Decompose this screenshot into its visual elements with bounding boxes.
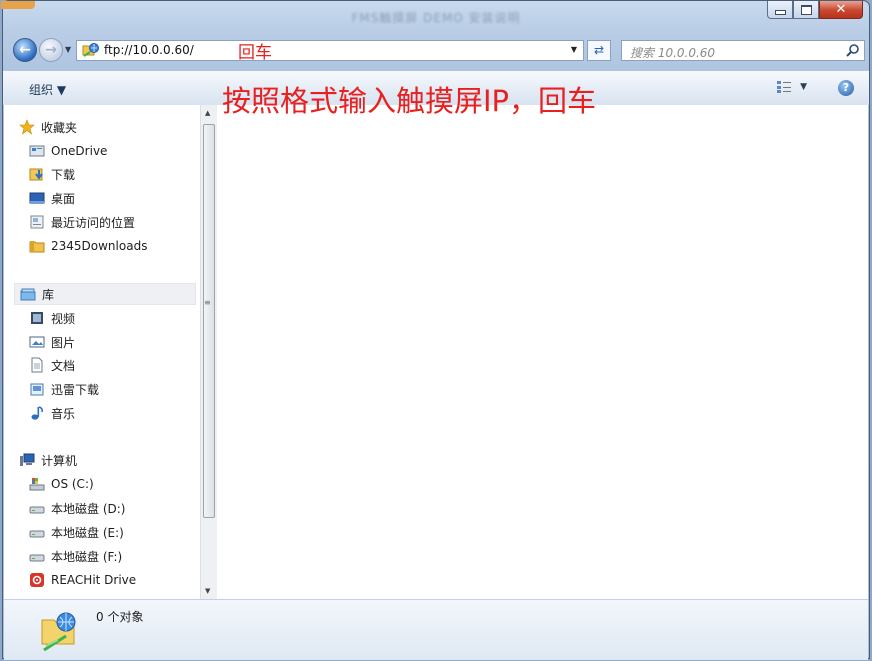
nav-item-drive-d[interactable]: 本地磁盘 (D:)	[29, 497, 125, 519]
window-title: FMS触摸屏 DEMO 安装说明	[351, 11, 521, 25]
nav-item-desktop[interactable]: 桌面	[29, 187, 75, 209]
ftp-location-icon	[82, 43, 99, 57]
nav-item-label: OS (C:)	[51, 477, 94, 491]
reachit-drive-icon	[30, 573, 44, 587]
nav-libraries[interactable]: 库	[14, 283, 196, 305]
nav-item-drive-c[interactable]: OS (C:)	[29, 473, 94, 495]
drive-icon	[29, 506, 45, 514]
nav-item-label: 图片	[51, 335, 76, 350]
search-box[interactable]: 搜索 10.0.0.60	[621, 40, 865, 61]
nav-item-downloads[interactable]: 下载	[29, 163, 75, 185]
address-row: ← → ▼ ftp://10.0.0.60/ ▼ ⇄ 搜索 10.0.0.60	[3, 34, 869, 66]
navigation-pane: 收藏夹 OneDrive 下载 桌面 最近访问的位置 2345Downloads…	[4, 105, 200, 599]
music-icon	[31, 406, 43, 420]
forward-arrow-icon: →	[45, 42, 57, 58]
scroll-down-icon[interactable]: ▼	[205, 587, 210, 595]
nav-item-label: 本地磁盘 (D:)	[51, 501, 126, 516]
search-icon[interactable]	[846, 43, 860, 57]
drive-icon	[29, 530, 45, 538]
nav-item-onedrive[interactable]: OneDrive	[29, 140, 107, 162]
pictures-icon	[29, 336, 45, 348]
downloads-icon	[29, 168, 43, 181]
ftp-network-folder-icon	[41, 612, 76, 652]
nav-favorites[interactable]: 收藏夹	[19, 116, 77, 138]
maximize-icon	[800, 4, 812, 15]
refresh-button[interactable]: ⇄	[587, 40, 611, 61]
view-options-icon	[777, 81, 792, 93]
desktop-icon	[29, 192, 45, 204]
thunder-downloads-icon	[30, 383, 44, 396]
scrollbar-grip-icon: ≡	[204, 298, 211, 307]
file-list-pane[interactable]	[217, 105, 868, 599]
nav-item-music[interactable]: 音乐	[29, 402, 75, 424]
navigation-scrollbar[interactable]: ▲ ≡ ▼	[200, 105, 217, 599]
nav-libraries-label: 库	[42, 287, 55, 302]
maximize-button[interactable]	[793, 1, 819, 19]
back-arrow-icon: ←	[19, 42, 31, 58]
recent-places-icon	[30, 215, 44, 229]
nav-item-drive-e[interactable]: 本地磁盘 (E:)	[29, 521, 124, 543]
nav-item-label: REACHit Drive	[51, 573, 137, 587]
nav-item-reachit-drive[interactable]: REACHit Drive	[29, 569, 136, 591]
onedrive-icon	[29, 145, 45, 157]
nav-item-label: OneDrive	[51, 144, 108, 158]
nav-item-label: 视频	[51, 311, 76, 326]
nav-item-2345downloads[interactable]: 2345Downloads	[29, 235, 147, 257]
favorites-star-icon	[19, 119, 35, 135]
annotation-instruction: 按照格式输入触摸屏IP，回车	[222, 84, 597, 118]
nav-computer-label: 计算机	[41, 453, 78, 468]
address-bar[interactable]: ftp://10.0.0.60/ ▼	[76, 40, 584, 61]
nav-item-documents[interactable]: 文档	[29, 354, 75, 376]
nav-item-thunder-downloads[interactable]: 迅雷下载	[29, 378, 99, 400]
nav-item-pictures[interactable]: 图片	[29, 331, 75, 353]
drive-icon	[29, 554, 45, 562]
address-dropdown-icon[interactable]: ▼	[571, 45, 577, 54]
annotation-press-enter: 回车	[238, 43, 272, 63]
nav-item-label: 本地磁盘 (F:)	[51, 549, 123, 564]
view-options-button[interactable]: ▼	[776, 80, 807, 94]
nav-item-label: 音乐	[51, 406, 76, 421]
documents-icon	[31, 357, 43, 373]
system-drive-icon	[29, 478, 45, 491]
help-button[interactable]: ?	[838, 80, 854, 96]
minimize-button[interactable]	[767, 1, 793, 19]
nav-favorites-label: 收藏夹	[41, 120, 78, 135]
back-button[interactable]: ←	[13, 38, 37, 62]
minimize-icon	[774, 10, 786, 15]
nav-item-label: 最近访问的位置	[51, 215, 136, 230]
close-icon: ✕	[835, 2, 847, 17]
object-count: 0 个对象	[96, 610, 144, 624]
search-input[interactable]: 搜索 10.0.0.60	[630, 44, 715, 61]
computer-icon	[20, 453, 35, 466]
organize-button[interactable]: 组织 ▼	[29, 81, 66, 98]
nav-item-recent-places[interactable]: 最近访问的位置	[29, 211, 135, 233]
nav-item-drive-f[interactable]: 本地磁盘 (F:)	[29, 545, 122, 567]
nav-item-label: 桌面	[51, 191, 76, 206]
nav-item-label: 迅雷下载	[51, 382, 100, 397]
nav-item-label: 2345Downloads	[51, 239, 148, 253]
view-dropdown-icon: ▼	[800, 82, 807, 92]
folder-icon	[29, 241, 45, 253]
videos-icon	[31, 312, 43, 324]
forward-button[interactable]: →	[39, 38, 63, 62]
recent-pages-dropdown-icon[interactable]: ▼	[65, 45, 71, 54]
address-input[interactable]: ftp://10.0.0.60/	[104, 43, 194, 57]
scroll-up-icon[interactable]: ▲	[205, 109, 210, 117]
scrollbar-thumb[interactable]	[203, 124, 215, 518]
title-bar[interactable]: FMS触摸屏 DEMO 安装说明 ✕	[3, 1, 869, 31]
libraries-icon	[20, 288, 36, 301]
nav-item-label: 文档	[51, 358, 76, 373]
help-icon: ?	[842, 81, 850, 94]
nav-item-videos[interactable]: 视频	[29, 307, 75, 329]
caption-buttons: ✕	[767, 1, 863, 19]
nav-computer[interactable]: 计算机	[19, 449, 77, 471]
details-pane: 0 个对象	[4, 599, 868, 660]
close-button[interactable]: ✕	[819, 1, 863, 19]
nav-item-label: 下载	[51, 167, 76, 182]
refresh-icon: ⇄	[593, 43, 605, 57]
nav-item-label: 本地磁盘 (E:)	[51, 525, 124, 540]
